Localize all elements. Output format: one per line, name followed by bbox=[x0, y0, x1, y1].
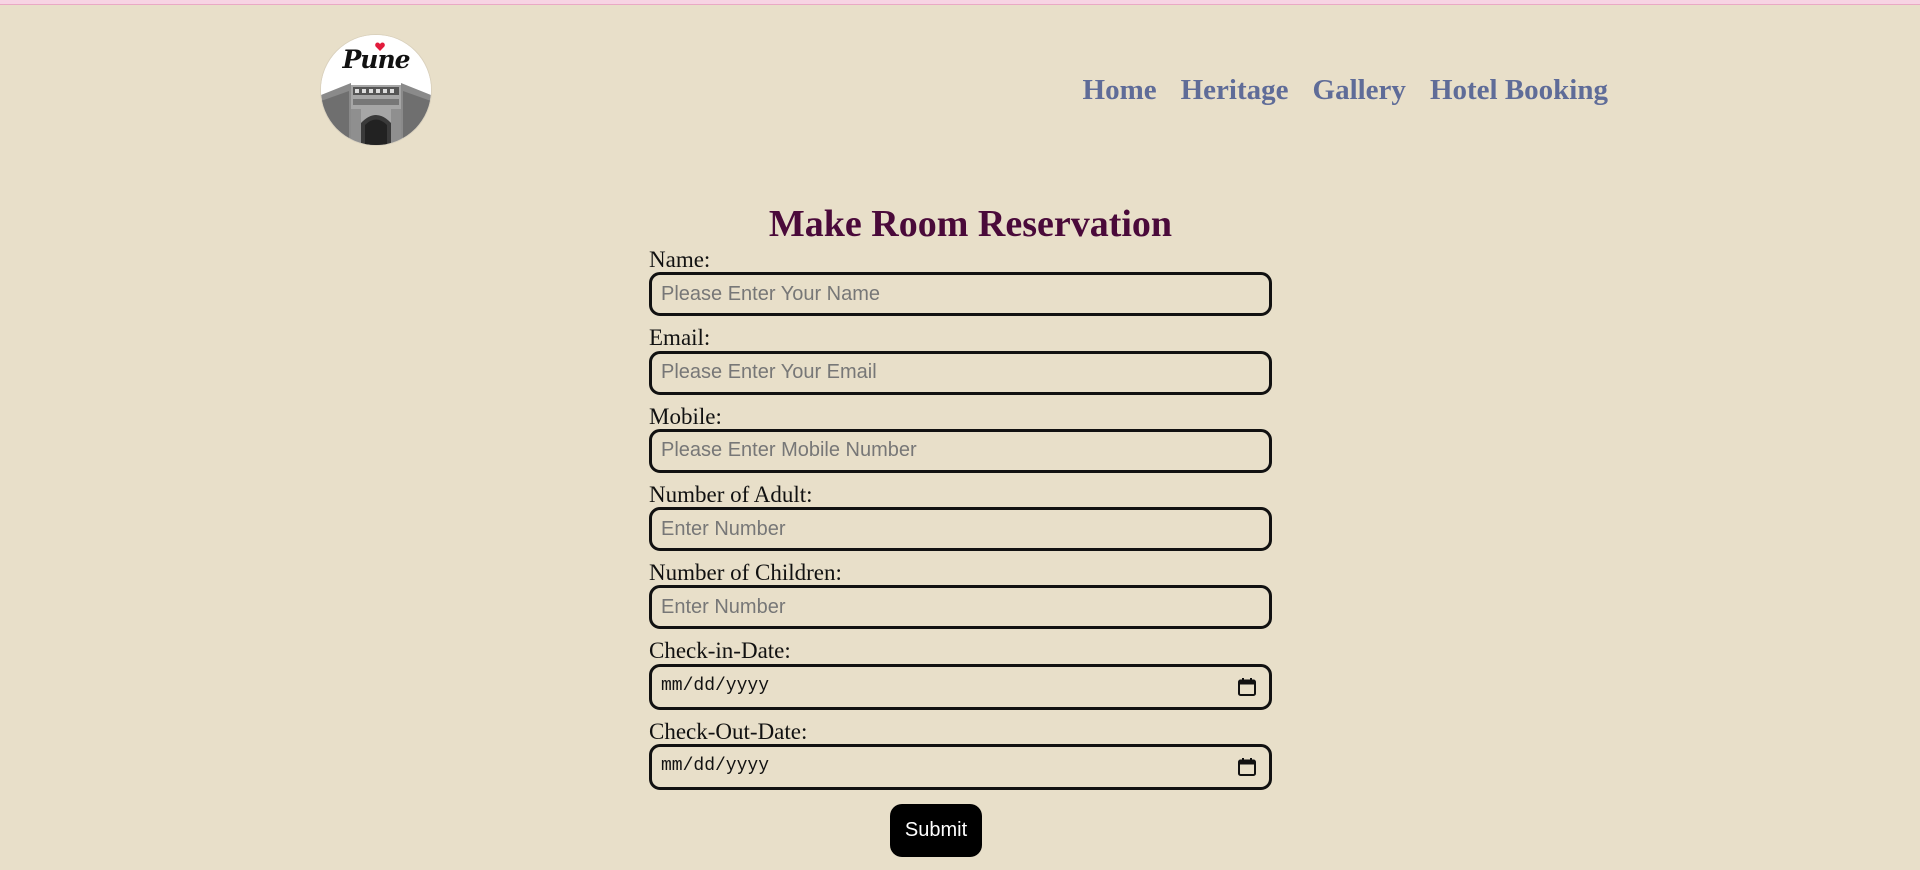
checkout-date-text: mm/dd/yyyy bbox=[661, 756, 770, 777]
nav-hotel-booking[interactable]: Hotel Booking bbox=[1430, 72, 1608, 108]
main-nav: Home Heritage Gallery Hotel Booking bbox=[1083, 72, 1608, 108]
email-label: Email: bbox=[649, 325, 711, 351]
email-input[interactable] bbox=[649, 350, 1272, 395]
adults-input[interactable] bbox=[649, 507, 1272, 552]
mobile-label: Mobile: bbox=[649, 403, 722, 429]
calendar-icon[interactable] bbox=[1237, 677, 1257, 697]
header: Pune Home Heritage Gallery Hotel Booking bbox=[0, 0, 1920, 150]
children-label: Number of Children: bbox=[649, 560, 842, 586]
checkout-label: Check-Out-Date: bbox=[649, 718, 808, 744]
checkout-date-input[interactable]: mm/dd/yyyy bbox=[649, 744, 1272, 791]
logo[interactable]: Pune bbox=[321, 35, 431, 145]
submit-button[interactable]: Submit bbox=[890, 804, 982, 858]
children-input[interactable] bbox=[649, 585, 1272, 630]
nav-gallery[interactable]: Gallery bbox=[1313, 72, 1406, 108]
calendar-icon[interactable] bbox=[1237, 757, 1257, 777]
form-title: Make Room Reservation bbox=[768, 203, 1173, 245]
name-label: Name: bbox=[649, 247, 711, 272]
mobile-input[interactable] bbox=[649, 428, 1272, 473]
checkin-date-text: mm/dd/yyyy bbox=[661, 675, 770, 696]
adults-label: Number of Adult: bbox=[649, 481, 813, 507]
checkin-date-input[interactable]: mm/dd/yyyy bbox=[649, 663, 1272, 710]
checkin-label: Check-in-Date: bbox=[649, 638, 791, 664]
heart-icon bbox=[375, 42, 385, 51]
nav-heritage[interactable]: Heritage bbox=[1181, 72, 1289, 108]
nav-home[interactable]: Home bbox=[1083, 72, 1157, 108]
name-input[interactable] bbox=[649, 272, 1272, 317]
reservation-form: Make Room Reservation Name: Email: Mobil… bbox=[649, 205, 1272, 858]
